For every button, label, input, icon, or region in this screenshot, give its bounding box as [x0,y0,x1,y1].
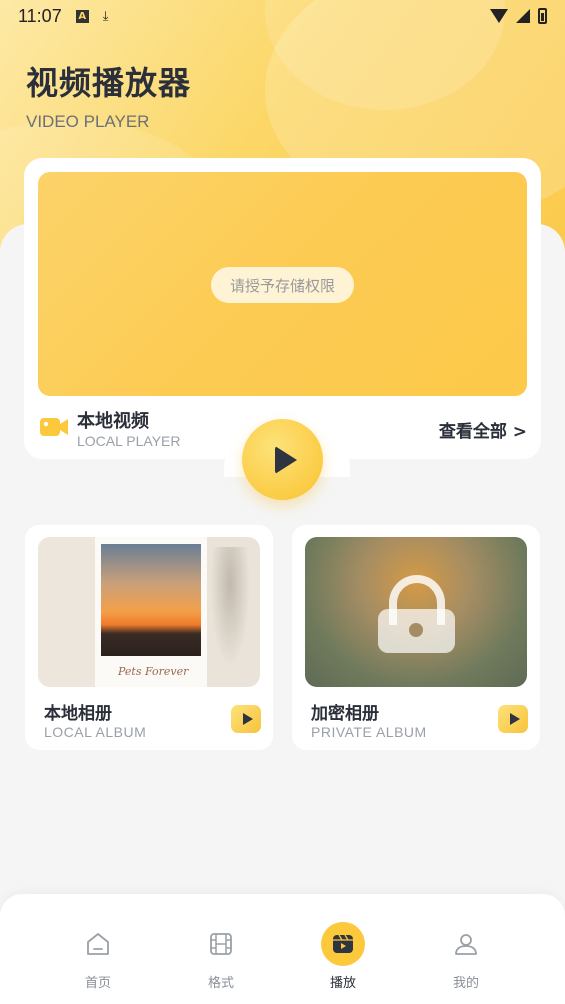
nav-label-format: 格式 [207,976,234,991]
grant-storage-permission-button[interactable]: 请授予存储权限 [211,267,354,303]
local-video-title: 本地视频 [77,411,149,432]
nav-item-home[interactable]: 首页 [48,894,148,1004]
status-bar: 11:07 A ⤓ [0,0,565,32]
home-icon [87,933,109,955]
film-icon [210,933,232,955]
play-icon [509,713,520,725]
view-all-link[interactable]: 查看全部 > [439,417,527,442]
page-title: 视频播放器 [26,64,192,102]
nav-item-mine[interactable]: 我的 [416,894,516,1004]
photo-caption: Pets Forever [118,665,189,678]
nav-label-play: 播放 [329,976,356,991]
play-icon [242,713,253,725]
private-album-title: 加密相册 [311,704,379,724]
video-preview[interactable]: 请授予存储权限 [38,172,527,396]
wifi-icon [490,9,508,23]
private-album-thumbnail [305,537,527,687]
play-icon [274,445,297,474]
sunset-photo [98,541,204,659]
play-video-icon [333,934,353,953]
bottom-navigation: 首页 格式 播放 我的 [0,894,565,1004]
status-time: 11:07 [18,5,62,26]
nav-label-mine: 我的 [452,976,479,991]
local-album-thumbnail: Pets Forever [38,537,260,687]
local-album-play-button[interactable] [231,705,261,733]
main-play-button[interactable] [242,419,323,500]
local-album-subtitle: LOCAL ALBUM [44,724,147,740]
nav-item-format[interactable]: 格式 [171,894,271,1004]
nav-label-home: 首页 [84,976,111,991]
private-album-card[interactable]: 加密相册 PRIVATE ALBUM [292,525,540,750]
video-camera-icon [40,418,68,436]
private-album-play-button[interactable] [498,705,528,733]
local-album-title: 本地相册 [44,704,112,724]
page-subtitle: VIDEO PLAYER [26,112,150,131]
user-icon [455,934,477,955]
local-album-card[interactable]: Pets Forever 本地相册 LOCAL ALBUM [25,525,273,750]
local-video-subtitle: LOCAL PLAYER [77,433,181,449]
private-album-subtitle: PRIVATE ALBUM [311,724,427,740]
nav-item-play[interactable]: 播放 [293,894,393,1004]
notification-a-icon: A [75,9,89,23]
battery-icon [538,8,547,24]
download-icon: ⤓ [102,8,109,24]
signal-icon [516,9,530,23]
